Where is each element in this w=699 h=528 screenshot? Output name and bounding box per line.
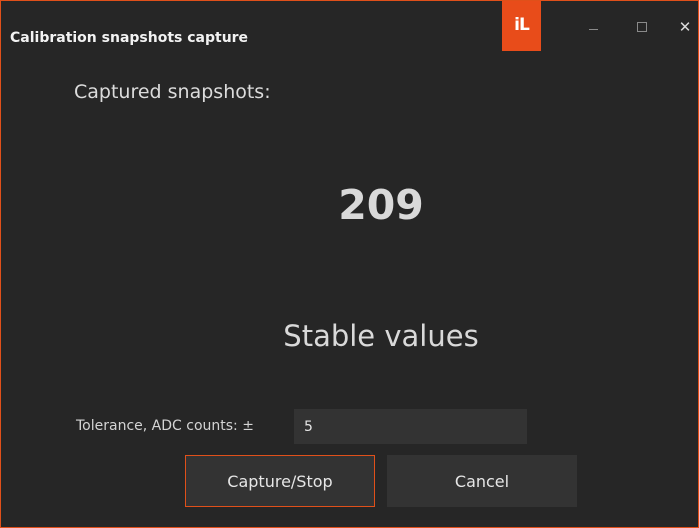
window-title: Calibration snapshots capture — [10, 30, 249, 46]
minimize-button[interactable] — [579, 15, 607, 39]
app-logo: iL — [502, 1, 541, 51]
maximize-icon — [637, 22, 647, 32]
close-icon: ✕ — [678, 17, 692, 36]
maximize-button[interactable] — [628, 15, 656, 39]
cancel-button[interactable]: Cancel — [387, 455, 577, 507]
title-bar[interactable]: Calibration snapshots capture iL ✕ — [1, 1, 698, 61]
calibration-dialog: Calibration snapshots capture iL ✕ Captu… — [0, 0, 699, 528]
captured-count: 209 — [338, 181, 424, 229]
minimize-icon — [588, 28, 598, 30]
capture-stop-button[interactable]: Capture/Stop — [185, 455, 375, 507]
close-button[interactable]: ✕ — [671, 15, 698, 39]
tolerance-input[interactable] — [294, 409, 527, 444]
tolerance-label: Tolerance, ADC counts: ± — [76, 418, 254, 434]
logo-text: iL — [514, 15, 530, 35]
captured-snapshots-label: Captured snapshots: — [74, 81, 271, 103]
status-text: Stable values — [283, 319, 479, 353]
